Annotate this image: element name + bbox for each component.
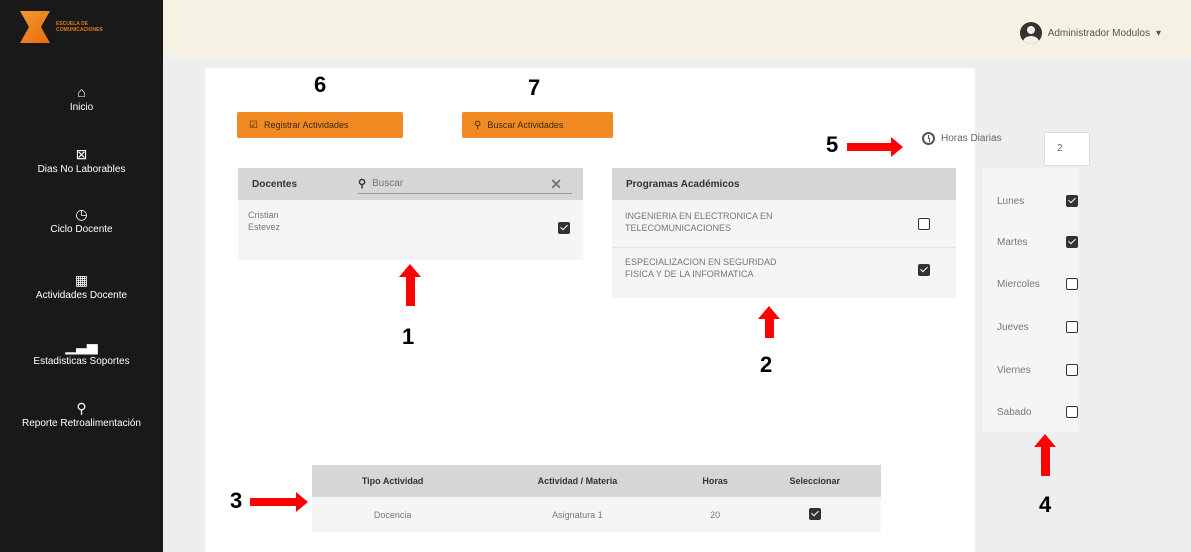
annotation-7: 7 xyxy=(528,75,541,100)
day-label-sabado: Sabado xyxy=(997,407,1032,418)
register-activities-label: Registrar Actividades xyxy=(263,120,349,130)
search-icon: ⚲ xyxy=(474,119,482,131)
annotation-arrow-5 xyxy=(847,137,903,157)
sidebar-item-label: Actividades Docente xyxy=(35,290,128,301)
user-avatar-icon xyxy=(1019,22,1042,44)
days-panel: Lunes Martes Miercoles Jueves Viernes Sa… xyxy=(983,168,1078,432)
programa-name-line2: FISICA Y DE LA INFORMATICA xyxy=(625,269,754,279)
bar-chart-icon: ▁▃▅ xyxy=(65,338,98,354)
logo: ESCUELA DE COMUNICACIONES xyxy=(20,10,140,44)
clock-icon: ◷ xyxy=(75,206,88,222)
annotation-arrow-3 xyxy=(250,492,308,512)
activities-table: Tipo Actividad Actividad / Materia Horas… xyxy=(312,465,881,532)
programas-panel: Programas Académicos INGENIERIA EN ELECT… xyxy=(612,168,956,298)
annotation-arrow-1 xyxy=(399,264,421,306)
annotation-5: 5 xyxy=(826,132,839,157)
header-seleccionar: Seleccionar xyxy=(748,465,881,497)
topbar: Administrador Modulos ▾ xyxy=(163,0,1191,58)
user-menu[interactable]: Administrador Modulos ▾ xyxy=(1019,22,1161,44)
activity-checkbox[interactable] xyxy=(808,507,821,520)
programa-name-line2: TELECOMUNICACIONES xyxy=(625,223,732,233)
sidebar-item-dias-no-laborables[interactable]: ⊠ Dias No Laborables xyxy=(0,146,163,175)
clock-icon xyxy=(922,132,935,145)
check-square-icon: ☑ xyxy=(249,119,258,131)
logo-text: ESCUELA DE COMUNICACIONES xyxy=(56,21,103,33)
annotation-4: 4 xyxy=(1039,492,1052,517)
docentes-panel: Docentes ⚲ ✕ Cristian Estevez xyxy=(238,168,583,260)
day-checkbox-sabado[interactable] xyxy=(1066,406,1078,418)
sidebar-item-ciclo-docente[interactable]: ◷ Ciclo Docente xyxy=(0,206,163,235)
cell-seleccionar xyxy=(748,497,881,532)
sidebar-item-estadisticas-soportes[interactable]: ▁▃▅ Estadisticas Soportes xyxy=(0,338,163,367)
docente-name: Cristian Estevez xyxy=(248,209,280,233)
programa-name-line1: ESPECIALIZACION EN SEGURIDAD xyxy=(625,257,777,267)
day-label-jueves: Jueves xyxy=(997,322,1029,333)
day-label-lunes: Lunes xyxy=(997,196,1025,207)
header-tipo-actividad: Tipo Actividad xyxy=(312,465,474,497)
table-row[interactable]: Docencia Asignatura 1 20 xyxy=(312,497,881,532)
annotation-6: 6 xyxy=(314,72,327,97)
docentes-header: Docentes ⚲ ✕ xyxy=(238,168,583,200)
calendar-x-icon: ⊠ xyxy=(75,146,88,162)
programa-name: INGENIERIA EN ELECTRONICA EN TELECOMUNIC… xyxy=(625,210,773,234)
programa-row[interactable]: INGENIERIA EN ELECTRONICA EN TELECOMUNIC… xyxy=(612,200,956,248)
hours-label: Horas Diarias xyxy=(941,133,1002,144)
user-name: Administrador Modulos xyxy=(1047,27,1150,39)
caret-down-icon: ▾ xyxy=(1155,27,1161,39)
clear-search-icon[interactable]: ✕ xyxy=(550,176,562,193)
annotation-arrow-4 xyxy=(1034,434,1056,476)
docente-name-line1: Cristian xyxy=(248,210,279,220)
book-icon: ▦ xyxy=(74,272,89,288)
day-label-miercoles: Miercoles xyxy=(997,279,1040,290)
annotation-arrow-2 xyxy=(758,306,780,338)
programa-name-line1: INGENIERIA EN ELECTRONICA EN xyxy=(625,211,773,221)
day-label-martes: Martes xyxy=(997,237,1028,248)
activities-header-row: Tipo Actividad Actividad / Materia Horas… xyxy=(312,465,881,497)
sidebar: ESCUELA DE COMUNICACIONES ⌂ Inicio ⊠ Dia… xyxy=(0,0,163,552)
sidebar-item-inicio[interactable]: ⌂ Inicio xyxy=(0,84,163,113)
programas-header: Programas Académicos xyxy=(612,168,956,200)
sidebar-item-actividades-docente[interactable]: ▦ Actividades Docente xyxy=(0,272,163,301)
sidebar-item-label: Ciclo Docente xyxy=(50,224,113,235)
search-activities-label: Buscar Actividades xyxy=(487,120,564,130)
programa-row[interactable]: ESPECIALIZACION EN SEGURIDAD FISICA Y DE… xyxy=(612,248,956,296)
hours-input[interactable]: 2 xyxy=(1044,132,1090,166)
docente-checkbox[interactable] xyxy=(558,222,570,234)
cell-horas: 20 xyxy=(681,497,749,532)
programa-checkbox[interactable] xyxy=(918,264,930,276)
search-icon: ⚲ xyxy=(358,178,367,190)
sidebar-item-label: Dias No Laborables xyxy=(37,164,126,175)
sidebar-item-label: Inicio xyxy=(69,102,94,113)
register-activities-button[interactable]: ☑ Registrar Actividades xyxy=(237,112,403,138)
feedback-icon: ⚲ xyxy=(76,400,87,416)
docente-row[interactable]: Cristian Estevez xyxy=(238,200,583,260)
sidebar-item-label: Estadisticas Soportes xyxy=(33,356,130,367)
day-checkbox-viernes[interactable] xyxy=(1066,364,1078,376)
header-horas: Horas xyxy=(681,465,749,497)
hours-label-group: Horas Diarias xyxy=(922,132,1002,145)
day-checkbox-jueves[interactable] xyxy=(1066,321,1078,333)
programas-title: Programas Académicos xyxy=(626,178,740,190)
day-checkbox-lunes[interactable] xyxy=(1066,195,1078,207)
logo-mark xyxy=(20,11,50,43)
annotation-1: 1 xyxy=(402,324,415,349)
programa-checkbox[interactable] xyxy=(918,218,930,230)
cell-materia: Asignatura 1 xyxy=(473,497,682,532)
search-activities-button[interactable]: ⚲ Buscar Actividades xyxy=(462,112,613,138)
programa-name: ESPECIALIZACION EN SEGURIDAD FISICA Y DE… xyxy=(625,256,777,280)
cell-tipo: Docencia xyxy=(312,497,474,532)
day-checkbox-miercoles[interactable] xyxy=(1066,278,1078,290)
annotation-3: 3 xyxy=(230,488,243,513)
home-icon: ⌂ xyxy=(77,84,86,100)
annotation-2: 2 xyxy=(760,352,773,377)
docente-name-line2: Estevez xyxy=(248,222,281,232)
header-actividad-materia: Actividad / Materia xyxy=(473,465,682,497)
sidebar-item-reporte-retroalimentacion[interactable]: ⚲ Reporte Retroalimentación xyxy=(0,400,163,429)
day-label-viernes: Viernes xyxy=(997,365,1031,376)
docentes-search[interactable]: ⚲ ✕ xyxy=(358,174,572,194)
docentes-search-input[interactable] xyxy=(372,178,533,189)
day-checkbox-martes[interactable] xyxy=(1066,236,1078,248)
docentes-title: Docentes xyxy=(252,178,298,190)
sidebar-item-label: Reporte Retroalimentación xyxy=(22,418,141,429)
